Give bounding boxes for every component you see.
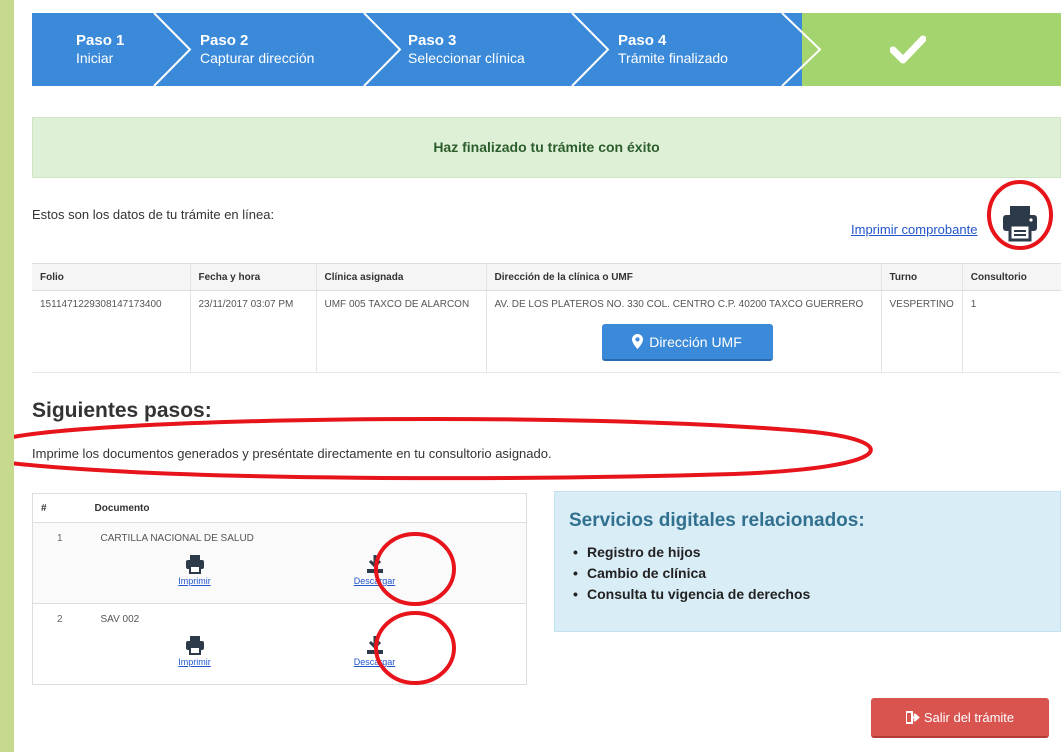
cell-shift: VESPERTINO [880, 290, 963, 373]
header-office: Consultorio [961, 263, 1061, 291]
umf-address-button-label: Dirección UMF [649, 333, 742, 350]
table-header-row: Folio Fecha y hora Clínica asignada Dire… [32, 263, 1061, 291]
address-text: AV. DE LOS PLATEROS NO. 330 COL. CENTRO … [494, 299, 864, 310]
doc-name: SAV 002 [100, 614, 140, 625]
doc-index: 2 [32, 603, 87, 685]
cell-folio: 151147122930814717340​0 [32, 290, 190, 373]
exit-procedure-label: Salir del trámite [923, 709, 1015, 725]
doc-cell: CARTILLA NACIONAL DE SALUD Imprimir Desc… [86, 522, 527, 604]
doc-name: CARTILLA NACIONAL DE SALUD [100, 533, 254, 544]
printer-icon [185, 636, 204, 655]
step-chevrons [153, 13, 822, 86]
printer-icon [185, 555, 204, 574]
header-shift: Turno [880, 263, 963, 291]
page: Paso 1 Iniciar Paso 2 Capturar dirección… [14, 0, 1061, 752]
service-item[interactable]: Cambio de clínica [569, 563, 1046, 584]
procedure-details-table: Folio Fecha y hora Clínica asignada Dire… [32, 263, 1061, 373]
header-address: Dirección de la clínica o UMF [485, 263, 881, 291]
services-title: Servicios digitales relacionados: [569, 510, 865, 531]
table-header-row: # Documento [32, 493, 527, 523]
print-document-action[interactable]: Imprimir [95, 635, 295, 667]
download-document-action[interactable]: Descargar [275, 635, 475, 667]
cell-office: 1 [961, 290, 1061, 373]
doc-index: 1 [32, 522, 87, 604]
header-datetime: Fecha y hora [189, 263, 316, 291]
download-document-link[interactable]: Descargar [275, 576, 475, 586]
table-row: 1 CARTILLA NACIONAL DE SALUD Imprimir De… [32, 522, 527, 604]
doc-cell: SAV 002 Imprimir Descargar [86, 603, 527, 685]
print-document-link[interactable]: Imprimir [95, 576, 295, 586]
download-document-action[interactable]: Descargar [275, 554, 475, 586]
umf-address-button[interactable]: Dirección UMF [601, 324, 773, 361]
cell-clinic: UMF 005 TAXCO DE ALARCON [315, 290, 486, 373]
sign-out-icon [905, 710, 920, 724]
download-icon [366, 555, 383, 573]
progress-stepper: Paso 1 Iniciar Paso 2 Capturar dirección… [32, 13, 1061, 86]
download-icon [366, 636, 383, 654]
print-document-action[interactable]: Imprimir [95, 554, 295, 586]
header-document: Documento [86, 493, 527, 523]
print-receipt-link[interactable]: Imprimir comprobante [851, 222, 977, 237]
download-document-link[interactable]: Descargar [275, 657, 475, 667]
services-list: Registro de hijos Cambio de clínica Cons… [569, 542, 1046, 605]
service-item[interactable]: Registro de hijos [569, 542, 1046, 563]
print-document-link[interactable]: Imprimir [95, 657, 295, 667]
next-steps-title: Siguientes pasos: [32, 399, 212, 422]
map-marker-icon [632, 334, 644, 349]
cell-address: AV. DE LOS PLATEROS NO. 330 COL. CENTRO … [485, 290, 881, 373]
intro-text: Estos son los datos de tu trámite en lín… [32, 207, 275, 222]
table-row: 2 SAV 002 Imprimir Descargar [32, 603, 527, 685]
header-clinic: Clínica asignada [315, 263, 486, 291]
printer-icon[interactable] [1000, 203, 1040, 243]
exit-procedure-button[interactable]: Salir del trámite [871, 698, 1049, 738]
documents-table: # Documento 1 CARTILLA NACIONAL DE SALUD [32, 493, 527, 685]
header-index: # [32, 493, 87, 523]
header-folio: Folio [32, 263, 190, 291]
cell-datetime: 23/11/2017 03:07 PM [189, 290, 316, 373]
related-services-panel: Servicios digitales relacionados: Regist… [554, 491, 1061, 632]
service-item[interactable]: Consulta tu vigencia de derechos [569, 584, 1046, 605]
table-row: 151147122930814717340​0 23/11/2017 03:07… [32, 290, 1061, 373]
next-steps-text: Imprime los documentos generados y presé… [32, 446, 552, 461]
success-banner: Haz finalizado tu trámite con éxito [32, 117, 1061, 178]
